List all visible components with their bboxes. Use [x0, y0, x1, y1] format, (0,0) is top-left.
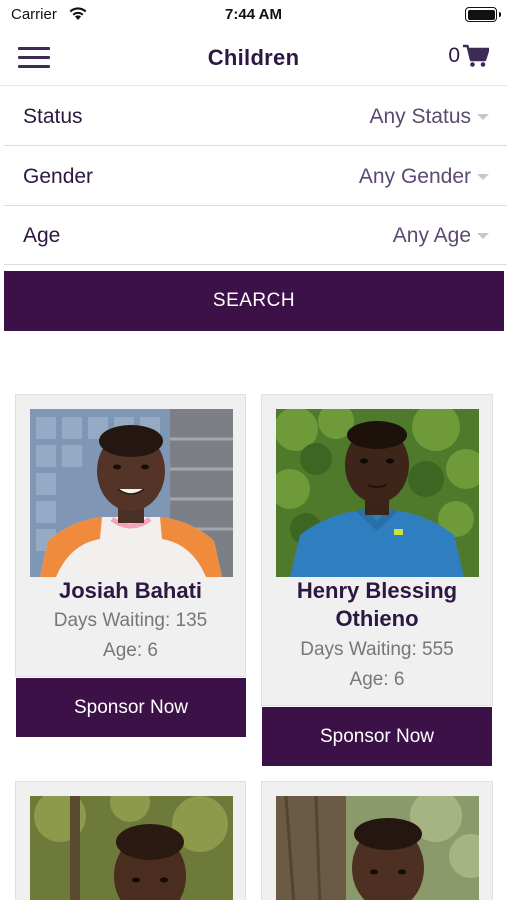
child-name: Henry Blessing Othieno [296, 578, 458, 631]
child-card[interactable]: Henry Blessing Othieno Days Waiting: 555… [261, 394, 493, 706]
child-photo [276, 796, 479, 900]
age-filter-label: Age [23, 224, 61, 247]
child-photo [30, 796, 233, 900]
child-card[interactable] [261, 781, 493, 900]
sponsor-now-button[interactable]: Sponsor Now [262, 707, 492, 766]
status-bar: Carrier 7:44 AM [0, 0, 507, 30]
child-name: Josiah Bahati [58, 578, 203, 603]
status-filter-value: Any Status [369, 105, 471, 128]
age-filter[interactable]: Age Any Age [4, 206, 507, 265]
cart-icon [463, 44, 489, 67]
cart-button[interactable]: 0 [448, 44, 489, 68]
battery-icon [465, 7, 501, 22]
gender-filter-value: Any Gender [358, 165, 471, 188]
clock-time: 7:44 AM [225, 6, 282, 23]
child-photo [30, 409, 233, 577]
status-filter-label: Status [23, 105, 83, 128]
sponsor-now-button[interactable]: Sponsor Now [16, 678, 246, 737]
days-waiting: Days Waiting: 555 [300, 639, 454, 660]
cart-count: 0 [448, 44, 460, 67]
child-photo [276, 409, 479, 577]
search-button[interactable]: SEARCH [4, 271, 504, 331]
gender-filter[interactable]: Gender Any Gender [4, 147, 507, 206]
dropdown-caret-icon [477, 174, 489, 180]
page-title: Children [207, 45, 300, 70]
age-filter-value: Any Age [392, 224, 471, 247]
gender-filter-label: Gender [23, 165, 94, 188]
child-age: Age: 6 [103, 640, 158, 661]
dropdown-caret-icon [477, 233, 489, 239]
dropdown-caret-icon [477, 114, 489, 120]
child-card[interactable]: Josiah Bahati Days Waiting: 135 Age: 6 [15, 394, 246, 677]
child-age: Age: 6 [349, 669, 405, 690]
navigation-bar: Children 0 [0, 30, 507, 86]
status-filter[interactable]: Status Any Status [4, 87, 507, 146]
days-waiting: Days Waiting: 135 [53, 610, 208, 631]
child-card[interactable] [15, 781, 246, 900]
